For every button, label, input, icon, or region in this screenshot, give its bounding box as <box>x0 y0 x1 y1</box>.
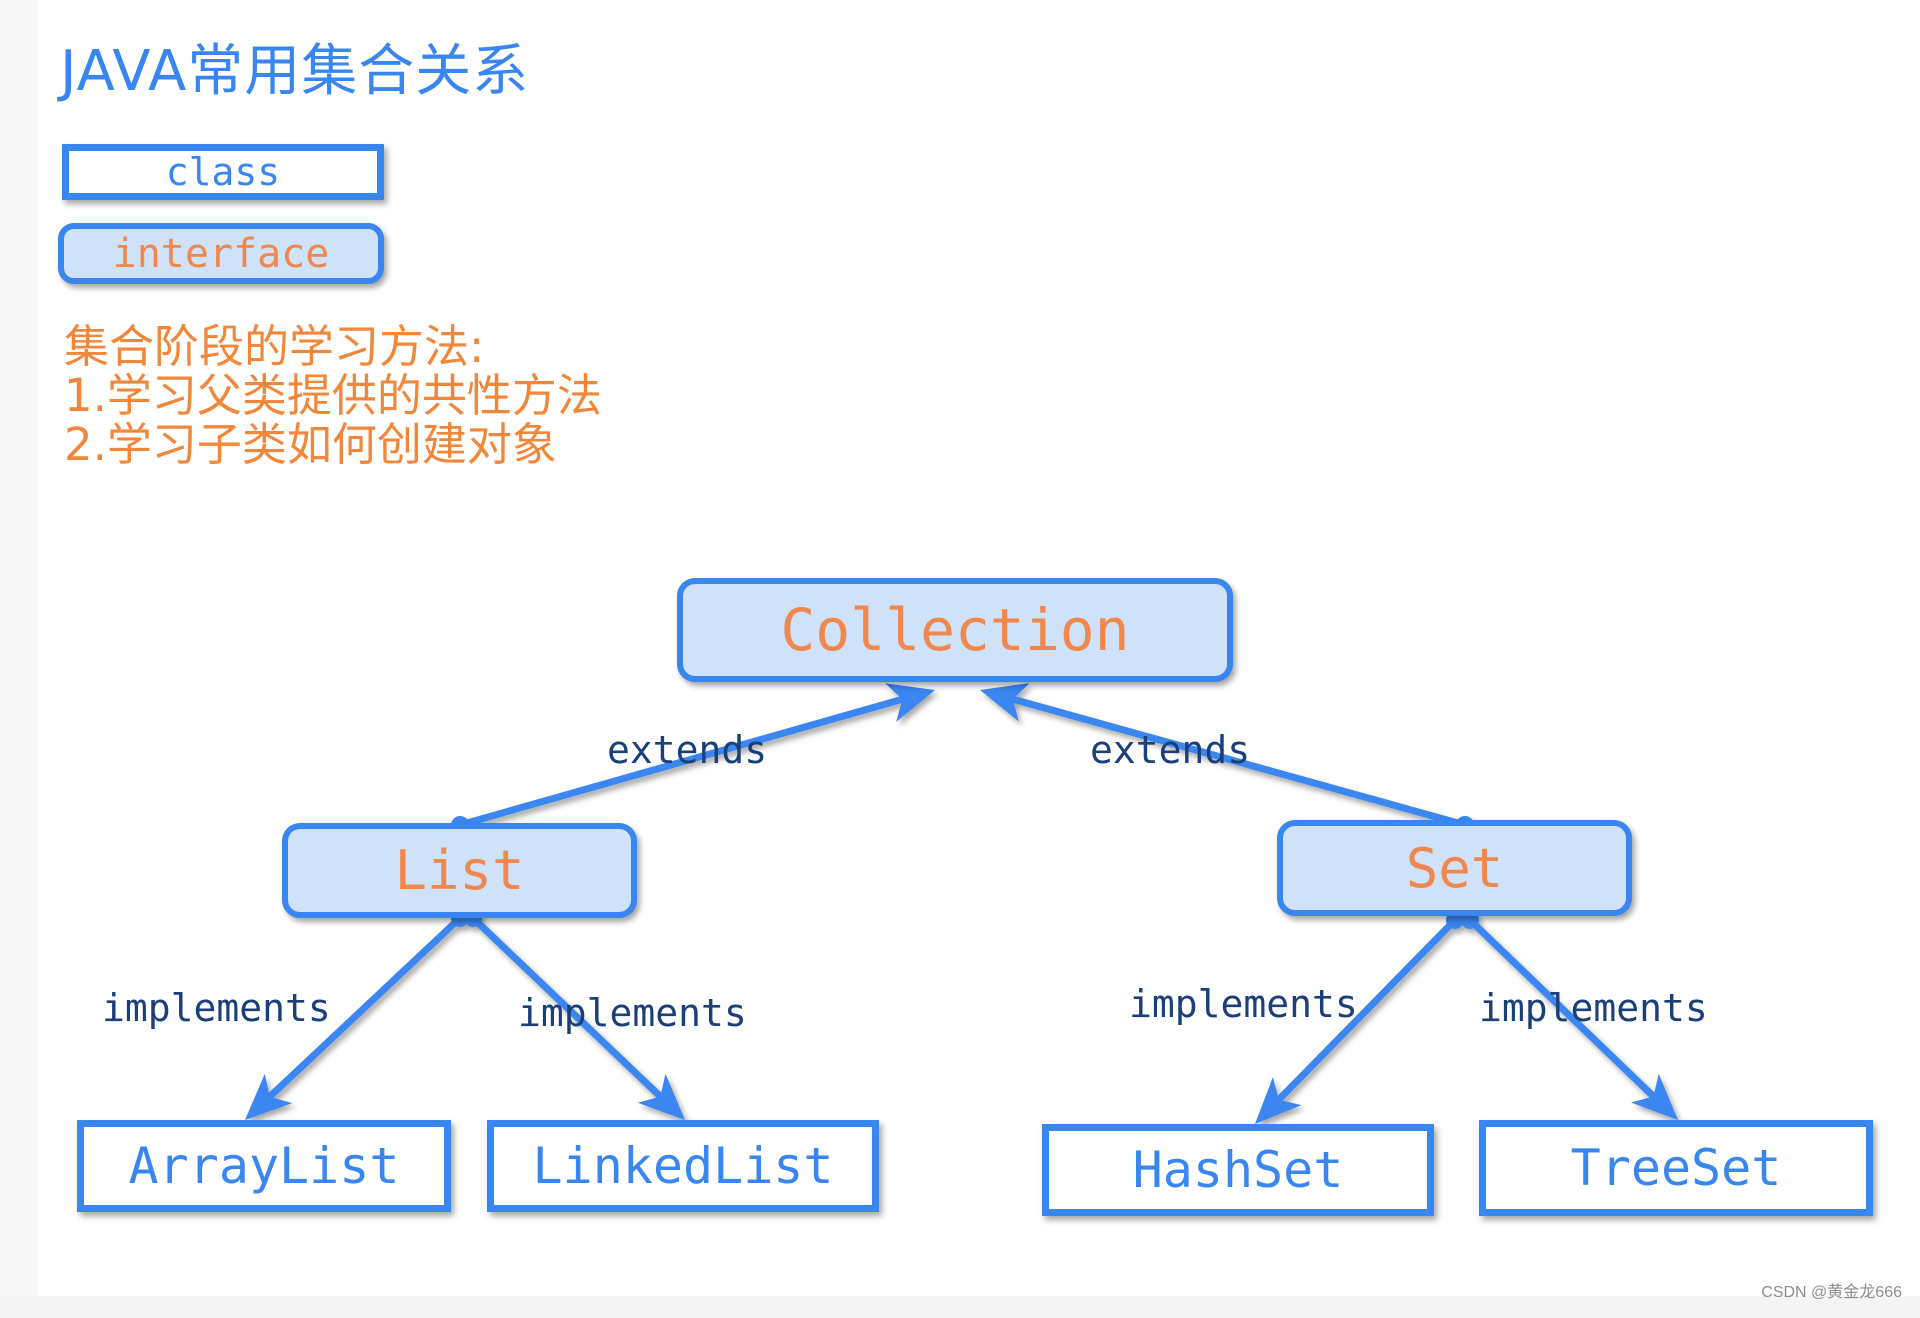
left-margin-strip <box>0 0 38 1318</box>
legend-class-box: class <box>62 144 384 200</box>
arrow-list-to-collection-head <box>885 683 935 722</box>
node-treeset-label: TreeSet <box>1570 1139 1782 1197</box>
node-linkedlist[interactable]: LinkedList <box>487 1120 879 1212</box>
node-collection-label: Collection <box>780 596 1130 664</box>
notes-line-1: 1.学习父类提供的共性方法 <box>64 369 602 422</box>
watermark: CSDN @黄金龙666 <box>1761 1284 1902 1301</box>
node-arraylist[interactable]: ArrayList <box>77 1120 451 1212</box>
node-hashset-label: HashSet <box>1132 1141 1344 1199</box>
edge-label-hashset-implements: implements <box>1129 982 1358 1026</box>
arrow-list-to-linkedlist-head <box>637 1073 685 1120</box>
arrow-set-to-collection-head <box>980 683 1030 722</box>
edge-label-list-extends: extends <box>607 728 768 772</box>
edge-label-linkedlist-implements: implements <box>518 991 747 1035</box>
node-hashset[interactable]: HashSet <box>1042 1124 1434 1216</box>
node-list[interactable]: List <box>282 823 637 918</box>
legend-interface-label: interface <box>112 230 330 277</box>
page-title: JAVA常用集合关系 <box>60 39 530 104</box>
notes-line-2: 2.学习子类如何创建对象 <box>64 418 557 471</box>
node-set[interactable]: Set <box>1277 820 1632 916</box>
study-notes: 集合阶段的学习方法: 1.学习父类提供的共性方法 2.学习子类如何创建对象 <box>64 322 602 469</box>
edge-label-treeset-implements: implements <box>1479 986 1708 1030</box>
legend-class-label: class <box>165 150 281 194</box>
legend-interface-box: interface <box>58 223 384 284</box>
arrow-list-to-arraylist-head <box>245 1073 293 1120</box>
bottom-margin-strip <box>0 1296 1920 1318</box>
notes-heading: 集合阶段的学习方法: <box>64 320 485 373</box>
node-arraylist-label: ArrayList <box>128 1137 400 1195</box>
node-linkedlist-label: LinkedList <box>532 1137 834 1195</box>
arrow-set-to-treeset-head <box>1630 1073 1678 1120</box>
arrow-set-to-hashset-head <box>1255 1077 1302 1124</box>
edge-label-set-extends: extends <box>1090 728 1251 772</box>
node-collection[interactable]: Collection <box>677 578 1233 682</box>
node-list-label: List <box>394 839 525 902</box>
node-set-label: Set <box>1405 836 1504 900</box>
node-treeset[interactable]: TreeSet <box>1479 1120 1873 1216</box>
edge-label-arraylist-implements: implements <box>102 986 331 1030</box>
